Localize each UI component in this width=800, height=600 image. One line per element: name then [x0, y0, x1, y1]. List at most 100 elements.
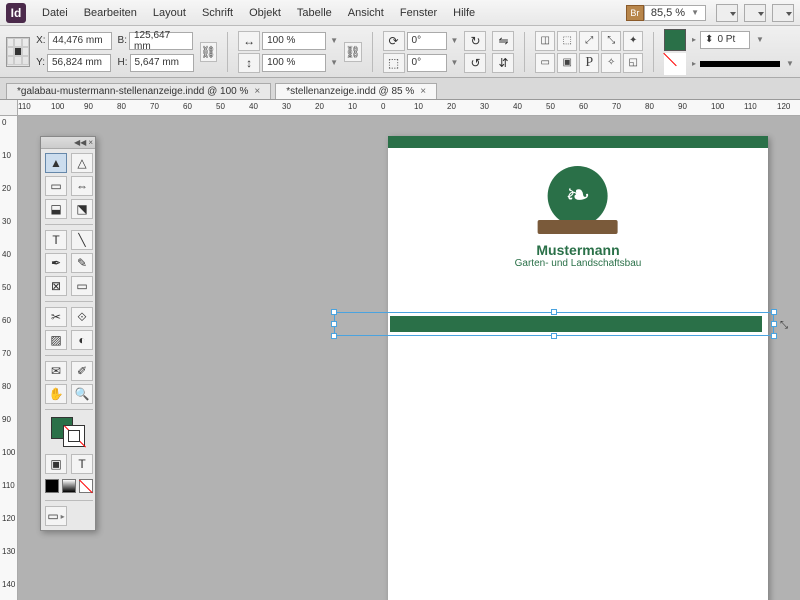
menu-fenster[interactable]: Fenster [392, 7, 445, 19]
content-placer-tool[interactable]: ⬔ [71, 199, 93, 219]
shear-field[interactable]: 0° [407, 54, 447, 72]
vertical-ruler[interactable]: 0102030405060708090100110120130140150 [0, 116, 18, 600]
constrain-scale-icon[interactable]: ⛓ [344, 42, 362, 62]
canvas[interactable]: ❧ Mustermann Garten- und Landschaftsbau … [18, 116, 800, 600]
rectangle-tool[interactable]: ▭ [71, 276, 93, 296]
page-tool[interactable]: ▭ [45, 176, 67, 196]
stroke-color[interactable] [63, 425, 85, 447]
apply-gradient[interactable] [62, 479, 76, 493]
textwrap-1-icon[interactable]: ▭ [535, 53, 555, 73]
handle-tm[interactable] [551, 309, 557, 315]
free-transform-tool[interactable]: ⟐ [71, 307, 93, 327]
fit-frame-icon[interactable]: ⤡ [601, 31, 621, 51]
note-tool[interactable]: ✉ [45, 361, 67, 381]
scale-x-field[interactable]: 100 % [262, 32, 326, 50]
tab-0-label: *galabau-mustermann-stellenanzeige.indd … [17, 86, 248, 97]
handle-br[interactable] [771, 333, 777, 339]
arrange-button[interactable] [744, 4, 766, 22]
pencil-tool[interactable]: ✎ [71, 253, 93, 273]
rectangle-frame-tool[interactable]: ⊠ [45, 276, 67, 296]
ruler-origin[interactable] [0, 100, 18, 116]
handle-bl[interactable] [331, 333, 337, 339]
corner-options-icon[interactable]: ◱ [623, 53, 643, 73]
fit-content-icon[interactable]: ⤢ [579, 31, 599, 51]
content-collector-tool[interactable]: ⬓ [45, 199, 67, 219]
line-tool[interactable]: ╲ [71, 230, 93, 250]
handle-tl[interactable] [331, 309, 337, 315]
menu-objekt[interactable]: Objekt [241, 7, 289, 19]
w-label: B: [118, 35, 127, 46]
menu-layout[interactable]: Layout [145, 7, 194, 19]
menu-bearbeiten[interactable]: Bearbeiten [76, 7, 145, 19]
zoom-value: 85,5 % [651, 7, 685, 19]
menu-ansicht[interactable]: Ansicht [340, 7, 392, 19]
rotate-cw-icon[interactable]: ↻ [464, 31, 486, 51]
shear-icon: ⬚ [383, 53, 405, 73]
select-content-icon[interactable]: ⬚ [557, 31, 577, 51]
menu-tabelle[interactable]: Tabelle [289, 7, 340, 19]
toolbox-header[interactable]: ◀◀× [41, 137, 95, 149]
menu-schrift[interactable]: Schrift [194, 7, 241, 19]
fill-swatch[interactable] [664, 29, 686, 51]
stroke-weight-field[interactable]: ⬍0 Pt [700, 31, 750, 49]
tab-1[interactable]: *stellenanzeige.indd @ 85 %× [275, 83, 437, 99]
stroke-swatch[interactable] [664, 53, 686, 75]
zoom-select[interactable]: 85,5 %▼ [644, 5, 706, 21]
menu-hilfe[interactable]: Hilfe [445, 7, 483, 19]
handle-ml[interactable] [331, 321, 337, 327]
reference-point[interactable] [6, 37, 30, 67]
gap-tool[interactable]: ⇔ [71, 176, 93, 196]
company-logo-block: ❧ Mustermann Garten- und Landschaftsbau [515, 166, 642, 269]
company-name: Mustermann [536, 242, 619, 258]
gradient-feather-tool[interactable]: ◐ [71, 330, 93, 350]
workspace-button[interactable] [772, 4, 794, 22]
apply-color[interactable] [45, 479, 59, 493]
gradient-swatch-tool[interactable]: ▨ [45, 330, 67, 350]
scissors-tool[interactable]: ✂ [45, 307, 67, 327]
handle-mr[interactable] [771, 321, 777, 327]
formatting-container-icon[interactable]: ▣ [45, 454, 67, 474]
eyedropper-tool[interactable]: ✐ [71, 361, 93, 381]
handle-bm[interactable] [551, 333, 557, 339]
handle-tr[interactable] [771, 309, 777, 315]
selected-frame[interactable]: ⤡ [334, 312, 774, 336]
w-field[interactable]: 125,647 mm [129, 32, 193, 50]
x-label: X: [36, 35, 45, 46]
flip-h-icon[interactable]: ⇋ [492, 31, 514, 51]
effects-icon[interactable]: ✧ [601, 53, 621, 73]
close-icon[interactable]: × [420, 86, 426, 97]
formatting-text-icon[interactable]: T [71, 454, 93, 474]
rotate-ccw-icon[interactable]: ↺ [464, 53, 486, 73]
tab-0[interactable]: *galabau-mustermann-stellenanzeige.indd … [6, 83, 271, 99]
stroke-style[interactable] [700, 61, 780, 67]
view-mode-button[interactable]: ▭▸ [45, 506, 67, 526]
center-content-icon[interactable]: ✦ [623, 31, 643, 51]
y-field[interactable]: 56,824 mm [47, 54, 111, 72]
scale-y-field[interactable]: 100 % [262, 54, 326, 72]
menu-datei[interactable]: Datei [34, 7, 76, 19]
flip-v-icon[interactable]: ⇵ [492, 53, 514, 73]
page[interactable]: ❧ Mustermann Garten- und Landschaftsbau [388, 136, 768, 600]
close-icon[interactable]: × [254, 86, 260, 97]
h-label: H: [118, 57, 128, 68]
textwrap-2-icon[interactable]: ▣ [557, 53, 577, 73]
bridge-button[interactable]: Br [626, 5, 644, 21]
x-field[interactable]: 44,476 mm [48, 32, 112, 50]
pen-tool[interactable]: ✒ [45, 253, 67, 273]
color-apply-row [45, 477, 93, 495]
zoom-tool[interactable]: 🔍 [71, 384, 93, 404]
toolbox[interactable]: ◀◀× ▲ △ ▭ ⇔ ⬓ ⬔ T ╲ ✒ ✎ ⊠ ▭ ✂ ⟐ ▨ ◐ ✉ ✐ … [40, 136, 96, 531]
select-container-icon[interactable]: ◫ [535, 31, 555, 51]
hand-tool[interactable]: ✋ [45, 384, 67, 404]
apply-none[interactable] [79, 479, 93, 493]
horizontal-ruler[interactable]: 1101009080706050403020100102030405060708… [18, 100, 800, 116]
char-panel-icon[interactable]: P [579, 53, 599, 73]
screen-mode-button[interactable] [716, 4, 738, 22]
rotate-field[interactable]: 0° [407, 32, 447, 50]
constrain-icon[interactable]: ⛓ [200, 42, 218, 62]
h-field[interactable]: 5,647 mm [130, 54, 194, 72]
fill-stroke-swatch[interactable] [45, 415, 93, 451]
type-tool[interactable]: T [45, 230, 67, 250]
direct-selection-tool[interactable]: △ [71, 153, 93, 173]
selection-tool[interactable]: ▲ [45, 153, 67, 173]
